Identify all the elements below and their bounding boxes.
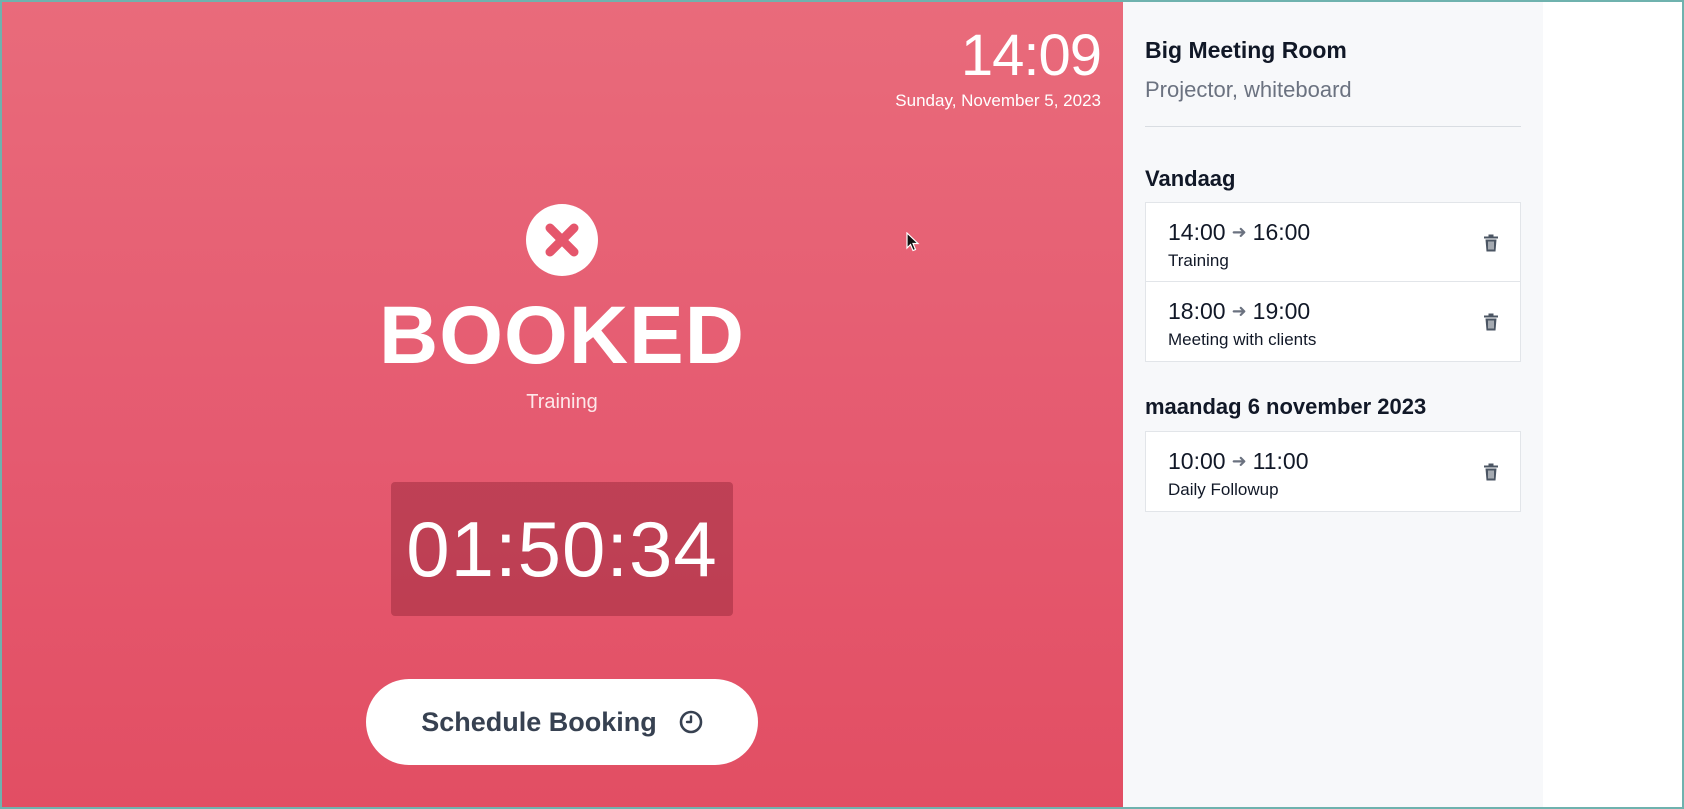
booking-start-time: 14:00 bbox=[1168, 219, 1226, 245]
booking-start-time: 10:00 bbox=[1168, 448, 1226, 474]
booking-list-today: 14:00 ➜ 16:00 Training 18:00 ➜ 19:00 Mee… bbox=[1145, 202, 1521, 362]
booking-end-time: 19:00 bbox=[1252, 298, 1311, 324]
booking-time-range: 10:00 ➜ 11:00 bbox=[1168, 447, 1309, 475]
booking-end-time: 16:00 bbox=[1252, 219, 1311, 245]
room-features: Projector, whiteboard bbox=[1145, 77, 1352, 102]
arrow-right-icon: ➜ bbox=[1231, 451, 1247, 471]
booking-item[interactable]: 10:00 ➜ 11:00 Daily Followup bbox=[1146, 432, 1520, 511]
day-heading-today: Vandaag bbox=[1145, 166, 1236, 191]
booking-title: Training bbox=[1168, 251, 1229, 270]
booking-sidebar: Big Meeting Room Projector, whiteboard V… bbox=[1123, 0, 1543, 809]
trash-icon[interactable] bbox=[1483, 234, 1499, 252]
status-label: BOOKED bbox=[379, 290, 745, 381]
x-circle-icon bbox=[526, 204, 598, 276]
mouse-cursor-icon bbox=[906, 231, 920, 257]
booking-title: Meeting with clients bbox=[1168, 330, 1317, 349]
current-date: Sunday, November 5, 2023 bbox=[895, 91, 1101, 110]
current-time: 14:09 bbox=[960, 23, 1102, 88]
trash-icon[interactable] bbox=[1483, 313, 1499, 331]
booking-start-time: 18:00 bbox=[1168, 298, 1226, 324]
booking-item[interactable]: 18:00 ➜ 19:00 Meeting with clients bbox=[1146, 282, 1520, 361]
room-name: Big Meeting Room bbox=[1145, 37, 1347, 63]
booking-item[interactable]: 14:00 ➜ 16:00 Training bbox=[1146, 203, 1520, 282]
trash-icon[interactable] bbox=[1483, 463, 1499, 481]
booking-end-time: 11:00 bbox=[1252, 448, 1309, 474]
countdown-timer: 01:50:34 bbox=[391, 482, 733, 616]
divider bbox=[1145, 126, 1521, 127]
schedule-booking-label: Schedule Booking bbox=[421, 706, 657, 737]
arrow-right-icon: ➜ bbox=[1231, 222, 1247, 242]
status-panel: 14:09 Sunday, November 5, 2023 BOOKED Tr… bbox=[0, 0, 1123, 809]
booking-list-next-day: 10:00 ➜ 11:00 Daily Followup bbox=[1145, 431, 1521, 512]
booking-time-range: 18:00 ➜ 19:00 bbox=[1168, 297, 1310, 325]
clock-icon bbox=[679, 710, 703, 734]
booking-title: Daily Followup bbox=[1168, 480, 1279, 499]
booking-time-range: 14:00 ➜ 16:00 bbox=[1168, 218, 1310, 246]
schedule-booking-button[interactable]: Schedule Booking bbox=[366, 679, 758, 765]
arrow-right-icon: ➜ bbox=[1231, 301, 1247, 321]
current-booking-title: Training bbox=[526, 391, 598, 413]
day-heading-next-day: maandag 6 november 2023 bbox=[1145, 394, 1427, 419]
